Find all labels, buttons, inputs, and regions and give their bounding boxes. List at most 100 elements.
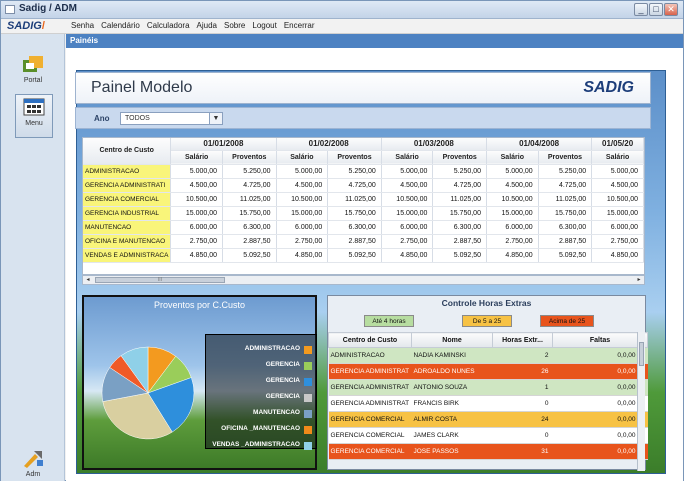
menu-item[interactable]: Calendário [101, 21, 140, 30]
overtime-panel: Controle Horas Extras Até 4 horas De 5 a… [327, 295, 648, 471]
sidebar: Portal Menu Adm [1, 34, 65, 481]
table-row[interactable]: OFICINA E MANUTENCAO 2.750,00 2.887,50 2.75… [83, 234, 644, 249]
pie-chart-title: Proventos por C.Custo [153, 300, 246, 310]
value-cell: 15.750,00 [432, 206, 487, 221]
menu-item[interactable]: Senha [71, 21, 94, 30]
col-header-date[interactable]: 01/02/2008 [276, 138, 382, 151]
menu-item[interactable]: Calculadora [147, 21, 190, 30]
value-cell: 5.000,00 [486, 164, 539, 179]
overtime-row[interactable]: GERENCIA COMERCIAL JOSE PASSOS 31 0,0,00 [328, 443, 648, 460]
value-cell: 15.750,00 [327, 206, 382, 221]
overtime-col-header[interactable]: Faltas [552, 332, 648, 348]
subheader-salario: Salário [170, 150, 224, 165]
value-cell: 6.000,00 [486, 220, 539, 235]
col-header-date[interactable]: 01/01/2008 [170, 138, 277, 151]
col-header-date[interactable]: 01/03/2008 [381, 138, 487, 151]
subheader-salario: Salário [486, 150, 539, 165]
dashboard-canvas: Painel Modelo SADIG Ano TODOS ▼ Centro d… [66, 34, 683, 481]
scroll-thumb[interactable]: III [95, 277, 225, 283]
value-cell: 4.850,00 [276, 248, 329, 263]
value-cell: 6.300,00 [327, 220, 382, 235]
overtime-faltas-cell: 0,0,00 [552, 363, 648, 380]
value-cell: 2.750,00 [381, 234, 434, 249]
value-cell: 2.750,00 [170, 234, 224, 249]
value-cell: 6.300,00 [222, 220, 277, 235]
overtime-name-cell: FRANCIS BIRK [411, 395, 493, 412]
overtime-name-cell: ADROALDO NUNES [411, 363, 493, 380]
menu-grid-icon [23, 98, 45, 116]
table-row[interactable]: GERENCIA INDUSTRIAL 15.000,00 15.750,00 15.… [83, 206, 644, 221]
value-cell: 5.250,00 [538, 164, 593, 179]
maximize-button[interactable]: □ [649, 3, 663, 16]
legend-label: GERENCIA [265, 393, 300, 400]
col-header-date[interactable]: 01/05/20 [591, 138, 644, 151]
subheader-salario: Salário [591, 150, 644, 165]
year-filter-bar: Ano TODOS ▼ [75, 107, 651, 129]
app-icon [5, 5, 15, 14]
grid-horizontal-scrollbar[interactable]: ◂ III ▸ [82, 275, 645, 285]
value-cell: 10.500,00 [381, 192, 434, 207]
overtime-row[interactable]: GERENCIA ADMINISTRAT ADROALDO NUNES 26 0,0,… [328, 363, 648, 380]
overtime-faltas-cell: 0,0,00 [552, 379, 648, 396]
legend-item: MANUTENCAO [253, 409, 312, 419]
minimize-button[interactable]: _ [634, 3, 648, 16]
value-cell: 6.000,00 [170, 220, 224, 235]
overtime-cc-cell: GERENCIA ADMINISTRAT [328, 379, 412, 396]
value-cell: 10.500,00 [170, 192, 224, 207]
overtime-row[interactable]: GERENCIA ADMINISTRAT ANTONIO SOUZA 1 0,0,00 [328, 379, 648, 396]
sidebar-menu-button[interactable]: Menu [15, 94, 53, 138]
value-cell: 5.250,00 [432, 164, 487, 179]
cost-center-cell: GERENCIA COMERCIAL [83, 192, 172, 207]
table-row[interactable]: MANUTENCAO 6.000,00 6.300,00 6.000,00 6.300,… [83, 220, 644, 235]
overtime-row[interactable]: GERENCIA COMERCIAL JAMES CLARK 0 0,0,00 [328, 427, 648, 444]
cost-center-cell: GERENCIA ADMINISTRATI [83, 178, 172, 193]
legend-label: OFICINA _MANUTENCAO [221, 425, 300, 432]
overtime-row[interactable]: GERENCIA COMERCIAL ALMIR COSTA 24 0,0,00 [328, 411, 648, 428]
value-cell: 2.887,50 [538, 234, 593, 249]
cost-center-cell: MANUTENCAO [83, 220, 172, 235]
scroll-left-icon[interactable]: ◂ [83, 276, 93, 284]
overtime-row[interactable]: GERENCIA ADMINISTRAT FRANCIS BIRK 0 0,0,00 [328, 395, 648, 412]
value-cell: 10.500,00 [276, 192, 329, 207]
overtime-name-cell: JOSE PASSOS [411, 443, 493, 460]
value-cell: 5.000,00 [381, 164, 434, 179]
value-cell: 2.750,00 [276, 234, 329, 249]
close-button[interactable]: ✕ [664, 3, 678, 16]
value-cell: 2.887,50 [222, 234, 277, 249]
value-cell: 11.025,00 [538, 192, 593, 207]
legend-chip-high: Acima de 25 [540, 315, 594, 327]
table-row[interactable]: GERENCIA ADMINISTRATI 4.500,00 4.725,00 4.5… [83, 178, 644, 193]
value-cell: 6.000,00 [276, 220, 329, 235]
sidebar-adm-button[interactable]: Adm [15, 446, 51, 481]
scroll-thumb-grip: III [157, 277, 163, 283]
value-cell: 4.500,00 [381, 178, 434, 193]
table-row[interactable]: GERENCIA COMERCIAL 10.500,00 11.025,00 10.5… [83, 192, 644, 207]
salary-grid: Centro de Custo 01/01/2008 01/02/2008 01/03… [82, 137, 645, 275]
overtime-col-header[interactable]: Centro de Custo [328, 332, 412, 348]
value-cell: 2.887,50 [327, 234, 382, 249]
menu-item[interactable]: Encerrar [284, 21, 315, 30]
scroll-right-icon[interactable]: ▸ [634, 276, 644, 284]
overtime-col-header[interactable]: Nome [411, 332, 493, 348]
col-header-date[interactable]: 01/04/2008 [486, 138, 593, 151]
overtime-row[interactable]: ADMINISTRACAO NADIA KAMINSKI 2 0,0,00 [328, 347, 648, 364]
value-cell: 4.850,00 [591, 248, 644, 263]
menu-item[interactable]: Ajuda [197, 21, 217, 30]
table-row[interactable]: ADMINISTRACAO 5.000,00 5.250,00 5.000,00 5.2… [83, 164, 644, 179]
overtime-col-header[interactable]: Horas Extr... [492, 332, 553, 348]
title-bar[interactable]: Sadig / ADM _ □ ✕ [1, 1, 683, 19]
legend-swatch [304, 426, 312, 434]
sidebar-portal-button[interactable]: Portal [15, 52, 51, 88]
table-row[interactable]: VENDAS E ADMINISTRACA 4.850,00 5.092,50 4.8… [83, 248, 644, 263]
menu-item[interactable]: Sobre [224, 21, 245, 30]
year-select[interactable]: TODOS ▼ [120, 112, 223, 125]
overtime-hours-cell: 26 [492, 363, 553, 380]
overtime-scroll-thumb[interactable] [639, 342, 644, 366]
overtime-vertical-scrollbar[interactable] [637, 332, 645, 471]
menu-item[interactable]: Logout [252, 21, 276, 30]
dropdown-arrow-icon[interactable]: ▼ [209, 113, 222, 124]
overtime-faltas-cell: 0,0,00 [552, 427, 648, 444]
col-header-centro-custo[interactable]: Centro de Custo [83, 138, 172, 165]
value-cell: 5.092,50 [538, 248, 593, 263]
brand-logo-small: SADIG/ [7, 20, 45, 32]
